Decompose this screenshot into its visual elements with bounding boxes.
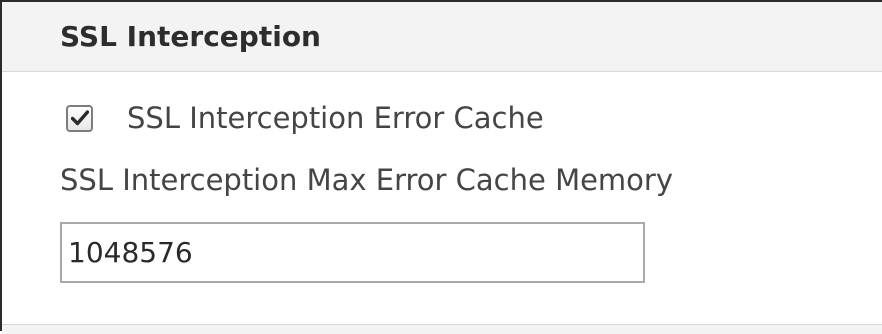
- section-title: SSL Interception: [60, 20, 321, 53]
- max-error-cache-memory-input[interactable]: [60, 222, 645, 283]
- next-section-divider: [2, 324, 882, 334]
- max-error-cache-memory-label: SSL Interception Max Error Cache Memory: [60, 163, 674, 197]
- error-cache-label[interactable]: SSL Interception Error Cache: [127, 100, 544, 136]
- section-header: SSL Interception: [2, 2, 882, 72]
- error-cache-checkbox[interactable]: [66, 104, 93, 132]
- checkmark-icon: [70, 110, 89, 126]
- error-cache-row: SSL Interception Error Cache: [60, 98, 544, 138]
- ssl-interception-panel: SSL Interception SSL Interception Error …: [0, 0, 882, 334]
